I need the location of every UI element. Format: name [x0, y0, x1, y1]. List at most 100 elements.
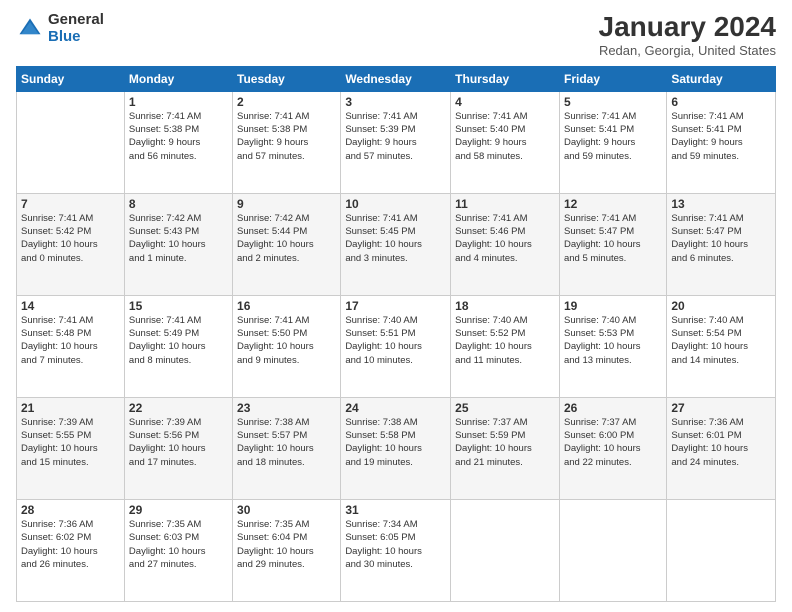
calendar-table: Sunday Monday Tuesday Wednesday Thursday… — [16, 66, 776, 602]
day-number: 10 — [345, 197, 446, 211]
day-number: 20 — [671, 299, 771, 313]
day-info: Sunrise: 7:41 AMSunset: 5:47 PMDaylight:… — [671, 212, 771, 265]
calendar-week-row: 21Sunrise: 7:39 AMSunset: 5:55 PMDayligh… — [17, 397, 776, 499]
day-number: 2 — [237, 95, 336, 109]
header-monday: Monday — [124, 66, 232, 91]
table-row: 27Sunrise: 7:36 AMSunset: 6:01 PMDayligh… — [667, 397, 776, 499]
day-info: Sunrise: 7:41 AMSunset: 5:47 PMDaylight:… — [564, 212, 662, 265]
header-sunday: Sunday — [17, 66, 125, 91]
day-number: 1 — [129, 95, 228, 109]
day-info: Sunrise: 7:36 AMSunset: 6:01 PMDaylight:… — [671, 416, 771, 469]
logo: General Blue — [16, 12, 104, 45]
calendar-week-row: 14Sunrise: 7:41 AMSunset: 5:48 PMDayligh… — [17, 295, 776, 397]
day-number: 15 — [129, 299, 228, 313]
day-number: 8 — [129, 197, 228, 211]
table-row: 7Sunrise: 7:41 AMSunset: 5:42 PMDaylight… — [17, 193, 125, 295]
table-row: 30Sunrise: 7:35 AMSunset: 6:04 PMDayligh… — [233, 499, 341, 601]
day-number: 25 — [455, 401, 555, 415]
table-row: 10Sunrise: 7:41 AMSunset: 5:45 PMDayligh… — [341, 193, 451, 295]
logo-text: General Blue — [48, 12, 104, 45]
table-row: 26Sunrise: 7:37 AMSunset: 6:00 PMDayligh… — [559, 397, 666, 499]
table-row: 18Sunrise: 7:40 AMSunset: 5:52 PMDayligh… — [451, 295, 560, 397]
day-number: 31 — [345, 503, 446, 517]
day-number: 18 — [455, 299, 555, 313]
page: General Blue January 2024 Redan, Georgia… — [0, 0, 792, 612]
day-info: Sunrise: 7:41 AMSunset: 5:46 PMDaylight:… — [455, 212, 555, 265]
day-info: Sunrise: 7:37 AMSunset: 5:59 PMDaylight:… — [455, 416, 555, 469]
day-info: Sunrise: 7:41 AMSunset: 5:38 PMDaylight:… — [237, 110, 336, 163]
calendar-week-row: 28Sunrise: 7:36 AMSunset: 6:02 PMDayligh… — [17, 499, 776, 601]
day-info: Sunrise: 7:41 AMSunset: 5:41 PMDaylight:… — [564, 110, 662, 163]
day-info: Sunrise: 7:40 AMSunset: 5:52 PMDaylight:… — [455, 314, 555, 367]
day-info: Sunrise: 7:41 AMSunset: 5:40 PMDaylight:… — [455, 110, 555, 163]
day-info: Sunrise: 7:40 AMSunset: 5:54 PMDaylight:… — [671, 314, 771, 367]
table-row: 6Sunrise: 7:41 AMSunset: 5:41 PMDaylight… — [667, 91, 776, 193]
table-row — [451, 499, 560, 601]
day-number: 30 — [237, 503, 336, 517]
calendar-week-row: 1Sunrise: 7:41 AMSunset: 5:38 PMDaylight… — [17, 91, 776, 193]
table-row: 31Sunrise: 7:34 AMSunset: 6:05 PMDayligh… — [341, 499, 451, 601]
day-info: Sunrise: 7:41 AMSunset: 5:41 PMDaylight:… — [671, 110, 771, 163]
table-row: 1Sunrise: 7:41 AMSunset: 5:38 PMDaylight… — [124, 91, 232, 193]
location: Redan, Georgia, United States — [599, 43, 776, 58]
day-number: 7 — [21, 197, 120, 211]
day-number: 13 — [671, 197, 771, 211]
month-title: January 2024 — [599, 12, 776, 43]
day-info: Sunrise: 7:40 AMSunset: 5:51 PMDaylight:… — [345, 314, 446, 367]
calendar-week-row: 7Sunrise: 7:41 AMSunset: 5:42 PMDaylight… — [17, 193, 776, 295]
table-row: 13Sunrise: 7:41 AMSunset: 5:47 PMDayligh… — [667, 193, 776, 295]
day-number: 5 — [564, 95, 662, 109]
table-row: 22Sunrise: 7:39 AMSunset: 5:56 PMDayligh… — [124, 397, 232, 499]
day-info: Sunrise: 7:41 AMSunset: 5:45 PMDaylight:… — [345, 212, 446, 265]
table-row: 11Sunrise: 7:41 AMSunset: 5:46 PMDayligh… — [451, 193, 560, 295]
table-row: 17Sunrise: 7:40 AMSunset: 5:51 PMDayligh… — [341, 295, 451, 397]
day-info: Sunrise: 7:37 AMSunset: 6:00 PMDaylight:… — [564, 416, 662, 469]
table-row: 25Sunrise: 7:37 AMSunset: 5:59 PMDayligh… — [451, 397, 560, 499]
day-number: 3 — [345, 95, 446, 109]
day-info: Sunrise: 7:41 AMSunset: 5:42 PMDaylight:… — [21, 212, 120, 265]
day-info: Sunrise: 7:41 AMSunset: 5:50 PMDaylight:… — [237, 314, 336, 367]
table-row: 16Sunrise: 7:41 AMSunset: 5:50 PMDayligh… — [233, 295, 341, 397]
day-info: Sunrise: 7:41 AMSunset: 5:39 PMDaylight:… — [345, 110, 446, 163]
day-number: 28 — [21, 503, 120, 517]
table-row: 3Sunrise: 7:41 AMSunset: 5:39 PMDaylight… — [341, 91, 451, 193]
day-number: 12 — [564, 197, 662, 211]
table-row — [559, 499, 666, 601]
day-number: 29 — [129, 503, 228, 517]
day-number: 9 — [237, 197, 336, 211]
day-info: Sunrise: 7:41 AMSunset: 5:49 PMDaylight:… — [129, 314, 228, 367]
day-info: Sunrise: 7:38 AMSunset: 5:57 PMDaylight:… — [237, 416, 336, 469]
day-number: 16 — [237, 299, 336, 313]
day-info: Sunrise: 7:39 AMSunset: 5:56 PMDaylight:… — [129, 416, 228, 469]
day-number: 11 — [455, 197, 555, 211]
table-row: 29Sunrise: 7:35 AMSunset: 6:03 PMDayligh… — [124, 499, 232, 601]
day-info: Sunrise: 7:34 AMSunset: 6:05 PMDaylight:… — [345, 518, 446, 571]
day-info: Sunrise: 7:38 AMSunset: 5:58 PMDaylight:… — [345, 416, 446, 469]
table-row: 20Sunrise: 7:40 AMSunset: 5:54 PMDayligh… — [667, 295, 776, 397]
table-row — [17, 91, 125, 193]
day-number: 24 — [345, 401, 446, 415]
header-friday: Friday — [559, 66, 666, 91]
logo-general: General — [48, 12, 104, 29]
day-number: 6 — [671, 95, 771, 109]
day-info: Sunrise: 7:35 AMSunset: 6:04 PMDaylight:… — [237, 518, 336, 571]
day-info: Sunrise: 7:39 AMSunset: 5:55 PMDaylight:… — [21, 416, 120, 469]
table-row: 19Sunrise: 7:40 AMSunset: 5:53 PMDayligh… — [559, 295, 666, 397]
table-row: 15Sunrise: 7:41 AMSunset: 5:49 PMDayligh… — [124, 295, 232, 397]
title-block: January 2024 Redan, Georgia, United Stat… — [599, 12, 776, 58]
header-tuesday: Tuesday — [233, 66, 341, 91]
table-row — [667, 499, 776, 601]
day-info: Sunrise: 7:36 AMSunset: 6:02 PMDaylight:… — [21, 518, 120, 571]
header-thursday: Thursday — [451, 66, 560, 91]
header-wednesday: Wednesday — [341, 66, 451, 91]
day-number: 14 — [21, 299, 120, 313]
table-row: 14Sunrise: 7:41 AMSunset: 5:48 PMDayligh… — [17, 295, 125, 397]
table-row: 28Sunrise: 7:36 AMSunset: 6:02 PMDayligh… — [17, 499, 125, 601]
day-number: 21 — [21, 401, 120, 415]
day-info: Sunrise: 7:41 AMSunset: 5:38 PMDaylight:… — [129, 110, 228, 163]
day-number: 17 — [345, 299, 446, 313]
day-number: 27 — [671, 401, 771, 415]
day-info: Sunrise: 7:41 AMSunset: 5:48 PMDaylight:… — [21, 314, 120, 367]
logo-icon — [16, 15, 44, 43]
calendar-header-row: Sunday Monday Tuesday Wednesday Thursday… — [17, 66, 776, 91]
